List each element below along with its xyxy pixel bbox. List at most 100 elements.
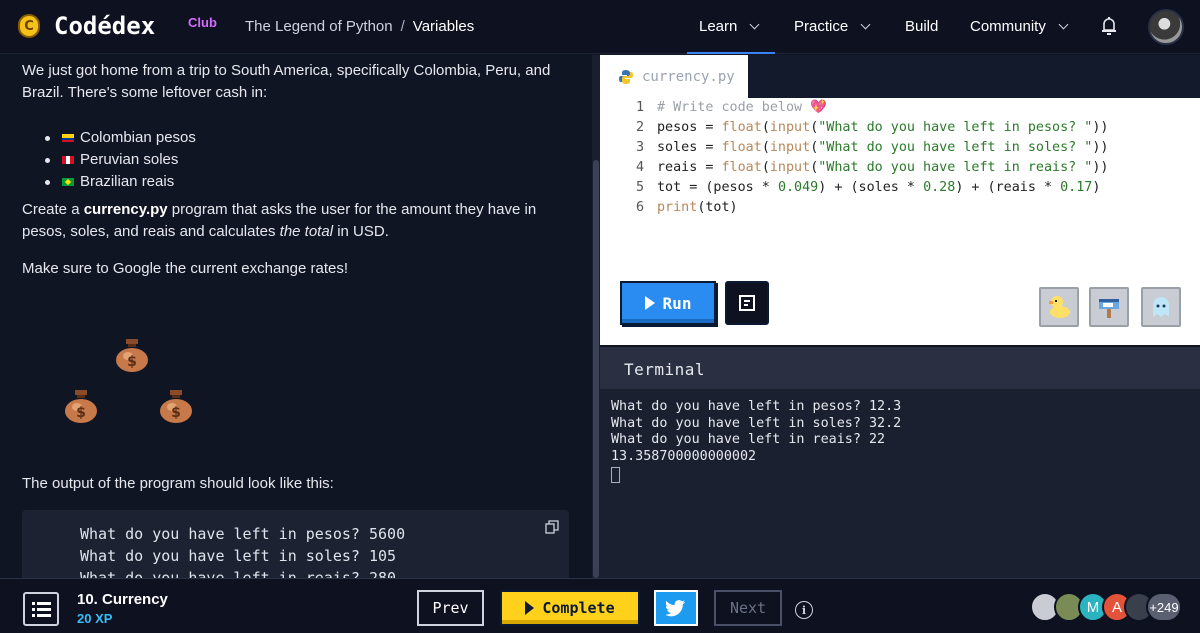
mailbox-icon [1099,299,1119,318]
viewer-initial: M [1086,598,1100,616]
google-note: Make sure to Google the current exchange… [22,260,349,277]
top-nav: C Codédex Club The Legend of Python / Vari… [0,0,1200,54]
code-text: print(tot) [657,200,738,215]
code-text: reais = float(input("What do you have le… [657,160,1109,175]
rubber-duck-icon [1049,296,1070,318]
lesson-scrollbar-thumb[interactable] [593,160,599,578]
breadcrumb: The Legend of Python / Variables [245,18,474,35]
lesson-footer: 10. Currency 20 XP Prev Complete Next i … [0,578,1200,633]
lesson-xp: 20 XP [77,611,113,626]
list-item: Brazilian reais [45,171,196,193]
tab-label: currency.py [642,68,735,85]
tab-currency-py[interactable]: currency.py [600,55,748,98]
nav-build[interactable]: Build [905,18,938,35]
ghost-icon [1153,297,1169,317]
peru-flag-icon [62,156,74,164]
svg-text:$: $ [171,405,181,421]
chevron-down-icon [1058,19,1069,30]
next-button[interactable]: Next [714,590,782,626]
list-item: Peruvian soles [45,149,196,171]
colombia-flag-icon [62,134,74,142]
nav-build-label: Build [905,18,939,35]
mail-pet-button[interactable] [1089,287,1129,327]
svg-text:$: $ [76,405,86,421]
terminal-cursor [611,467,620,483]
terminal-line: What do you have left in soles? 32.2 [611,416,902,431]
twitter-share-button[interactable] [654,590,698,626]
run-button-label: Run [662,293,692,313]
prev-button[interactable]: Prev [417,590,484,626]
lesson-title: 10. Currency [77,591,168,608]
nav-practice[interactable]: Practice [794,18,871,35]
viewer-count-badge[interactable]: +249 [1146,592,1182,622]
chevron-down-icon [749,19,760,30]
money-bag-icon: $ [160,390,192,423]
nav-learn-label: Learn [699,18,738,35]
list-item-label: Peruvian soles [80,151,179,168]
lesson-panel: We just got home from a trip to South Am… [0,55,592,578]
terminal-title: Terminal [624,360,706,379]
nav-community[interactable]: Community [970,18,1069,35]
nav-community-label: Community [970,18,1046,35]
run-button[interactable]: Run [620,281,716,325]
code-text: soles = float(input("What do you have le… [657,140,1109,155]
currency-list: Colombian pesos Peruvian soles Brazilian… [45,127,196,193]
copy-icon[interactable] [545,520,559,534]
terminal-output[interactable]: What do you have left in pesos? 12.3 Wha… [600,389,1200,578]
line-number: 6 [635,200,644,215]
line-number: 4 [635,160,644,175]
logo-club-badge: Club [188,15,217,30]
ghost-pet-button[interactable] [1141,287,1181,327]
code-text: # Write code below 💖 [657,100,827,115]
line-number: 3 [635,140,644,155]
play-icon [525,601,535,615]
terminal-line: What do you have left in reais? 22 [611,432,886,447]
breadcrumb-course[interactable]: The Legend of Python [245,18,393,35]
chevron-down-icon [860,19,871,30]
list-item: Colombian pesos [45,127,196,149]
code-text: pesos = float(input("What do you have le… [657,120,1109,135]
user-avatar[interactable] [1148,9,1184,45]
task-filename: currency.py [83,201,168,218]
logo-text[interactable]: Codédex [54,12,155,40]
bell-icon[interactable] [1100,16,1118,36]
format-code-button[interactable] [725,281,769,325]
complete-button[interactable]: Complete [500,590,640,626]
duck-pet-button[interactable] [1039,287,1079,327]
output-line: What do you have left in pesos? 5600 [80,525,406,543]
line-number: 5 [635,180,644,195]
svg-text:$: $ [127,354,137,370]
lesson-intro: We just got home from a trip to South Am… [22,62,551,101]
twitter-bird-icon [666,599,686,616]
output-intro: The output of the program should look li… [22,475,334,492]
line-number: 1 [635,100,644,115]
code-text: tot = (pesos * 0.049) + (soles * 0.28) +… [657,180,1101,195]
nav-learn[interactable]: Learn [699,18,760,35]
list-item-label: Colombian pesos [80,129,196,146]
info-icon[interactable]: i [795,601,813,619]
output-line: What do you have left in soles? 105 [80,547,397,565]
terminal-line: What do you have left in pesos? 12.3 [611,399,902,414]
play-icon [644,296,655,310]
output-line: What do you have left in reais? 280 [80,569,397,578]
expected-output-block: What do you have left in pesos? 5600 Wha… [22,510,569,578]
breadcrumb-chapter[interactable]: Variables [413,18,474,35]
list-item-label: Brazilian reais [80,173,175,190]
terminal-header: Terminal [600,347,1200,389]
money-bag-icon: $ [116,339,148,372]
python-icon [619,69,633,84]
terminal-line: 13.358700000000002 [611,449,757,464]
editor-tab-bar: currency.py [600,55,1200,98]
lesson-menu-button[interactable] [23,592,59,626]
task-description: Create a currency.py program that asks t… [22,201,537,240]
nav-practice-label: Practice [794,18,849,35]
breadcrumb-separator: / [400,18,405,35]
active-nav-underline [687,52,775,54]
complete-button-label: Complete [542,599,615,617]
coin-logo-icon[interactable]: C [18,14,40,38]
notepad-icon [739,295,755,311]
viewer-initial: A [1111,598,1122,616]
brazil-flag-icon [62,178,74,186]
line-number: 2 [635,120,644,135]
money-bag-icon: $ [65,390,97,423]
